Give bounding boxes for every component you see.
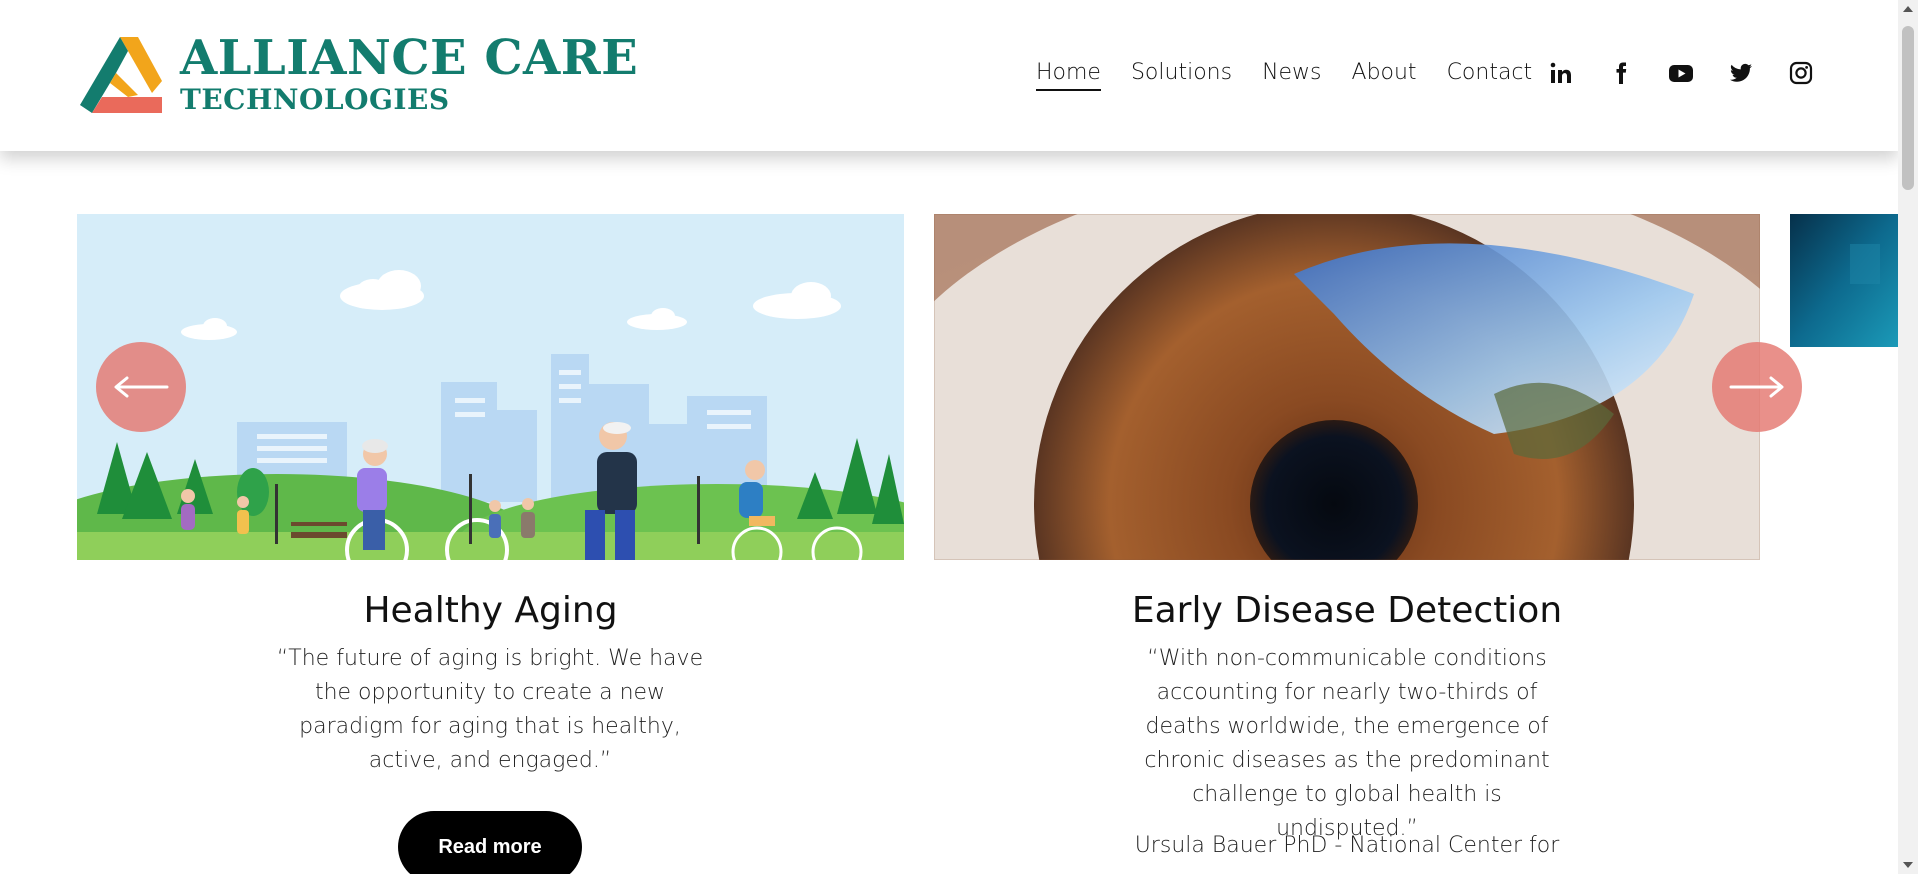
slide-quote-early-detection: “With non-communicable conditions accoun… xyxy=(1144,646,1550,841)
slide-author-early-detection: Ursula Bauer PhD - National Center for xyxy=(1134,833,1560,858)
social-links xyxy=(1548,60,1814,86)
nav-solutions[interactable]: Solutions xyxy=(1131,60,1232,91)
arrow-left-icon xyxy=(114,376,169,398)
logo-mark-icon xyxy=(80,37,162,113)
facebook-icon[interactable] xyxy=(1608,60,1634,86)
nav-contact[interactable]: Contact xyxy=(1447,60,1533,91)
nav-about[interactable]: About xyxy=(1352,60,1417,91)
slide-image-early-detection[interactable] xyxy=(934,214,1760,560)
linkedin-icon[interactable] xyxy=(1548,60,1574,86)
brand-name: ALLIANCE CARE TECHNOLOGIES xyxy=(180,34,638,114)
scroll-thumb[interactable] xyxy=(1902,26,1914,190)
brand-logo[interactable]: ALLIANCE CARE TECHNOLOGIES xyxy=(76,34,638,114)
slide-title-healthy-aging: Healthy Aging xyxy=(363,590,618,631)
brand-line1: ALLIANCE CARE xyxy=(180,30,639,86)
slide-image-next[interactable] xyxy=(1790,214,1898,347)
brand-line2: TECHNOLOGIES xyxy=(180,83,450,116)
slide-quote-healthy-aging: “The future of aging is bright. We have … xyxy=(276,646,704,773)
scroll-up-icon[interactable] xyxy=(1903,6,1913,12)
twitter-icon[interactable] xyxy=(1728,60,1754,86)
carousel-next-button[interactable] xyxy=(1712,342,1802,432)
page-scrollbar[interactable] xyxy=(1898,0,1918,874)
nav-news[interactable]: News xyxy=(1262,60,1321,91)
slide-image-healthy-aging[interactable] xyxy=(77,214,904,560)
scroll-down-icon[interactable] xyxy=(1903,862,1913,868)
slide-title-early-detection: Early Disease Detection xyxy=(1131,590,1563,631)
site-header: ALLIANCE CARE TECHNOLOGIES Home Solution… xyxy=(0,0,1898,151)
carousel-prev-button[interactable] xyxy=(96,342,186,432)
nav-home[interactable]: Home xyxy=(1036,60,1101,91)
main-nav: Home Solutions News About Contact xyxy=(1036,60,1532,91)
youtube-icon[interactable] xyxy=(1668,60,1694,86)
read-more-button[interactable]: Read more xyxy=(398,811,582,874)
instagram-icon[interactable] xyxy=(1788,60,1814,86)
arrow-right-icon xyxy=(1729,376,1784,398)
